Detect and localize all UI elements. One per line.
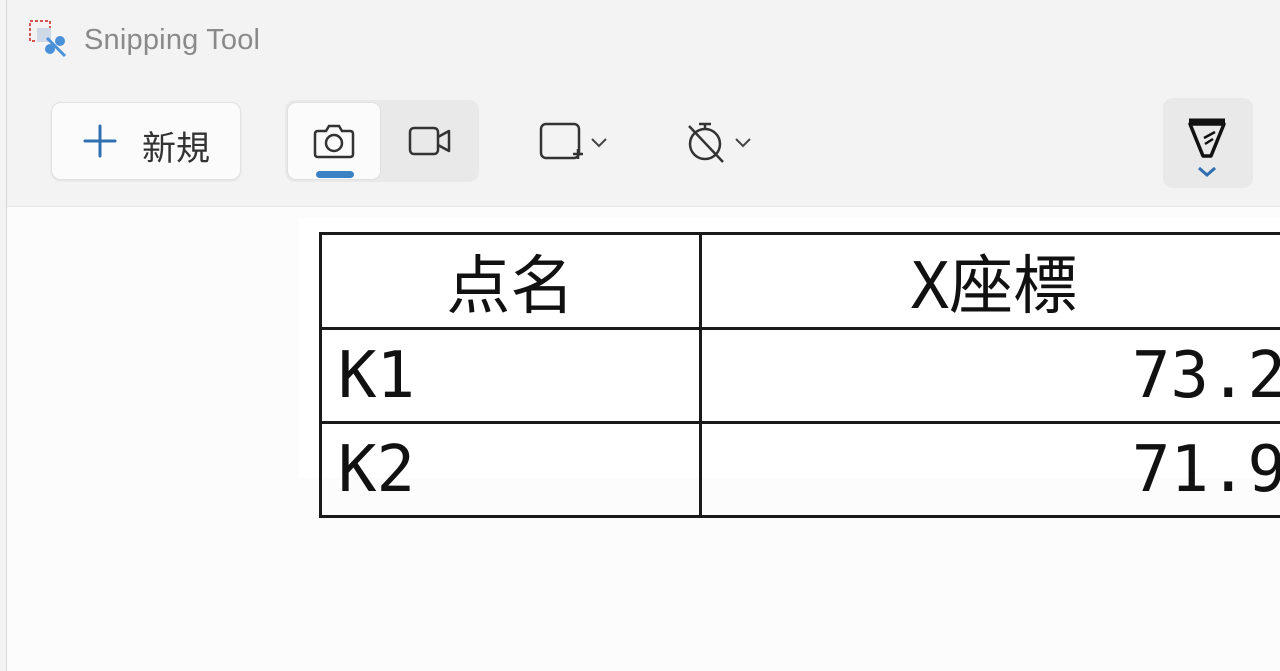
camera-icon (313, 124, 355, 159)
snipping-tool-window: Snipping Tool 新規 点名 X座標 K1 73.2 K2 71.9 (6, 0, 1280, 671)
x-coordinate-cell: 73.2 (698, 327, 1280, 424)
point-name-cell: K1 (319, 327, 702, 424)
title-bar[interactable]: Snipping Tool (7, 0, 1280, 84)
table-header-row: 点名 X座標 (319, 232, 1280, 330)
coordinate-table: 点名 X座標 K1 73.2 K2 71.9 (319, 232, 1280, 518)
snip-shape-dropdown[interactable] (537, 114, 611, 170)
captured-image: 点名 X座標 K1 73.2 K2 71.9 (299, 218, 1280, 518)
chevron-down-icon (735, 138, 751, 148)
column-header-point-name: 点名 (319, 232, 702, 330)
chevron-down-icon (591, 138, 607, 148)
new-snip-button[interactable]: 新規 (51, 102, 241, 180)
delay-dropdown[interactable] (683, 114, 755, 170)
screenshot-mode-button[interactable] (287, 102, 381, 180)
x-coordinate-cell: 71.9 (698, 421, 1280, 518)
app-title: Snipping Tool (84, 24, 261, 56)
new-snip-label: 新規 (142, 129, 210, 169)
table-row: K1 73.2 (319, 327, 1280, 424)
capture-mode-toggle (285, 100, 479, 182)
plus-icon (83, 124, 117, 158)
pen-button[interactable] (1163, 98, 1253, 188)
point-name-cell: K2 (319, 421, 702, 518)
video-mode-button[interactable] (383, 102, 477, 180)
video-icon (408, 126, 451, 156)
rectangle-snip-icon (539, 122, 583, 160)
snipping-tool-app-icon (29, 20, 67, 58)
pen-icon (1188, 118, 1226, 177)
no-delay-timer-icon (688, 122, 724, 163)
toolbar: 新規 (7, 84, 1280, 206)
table-row: K2 71.9 (319, 421, 1280, 518)
column-header-x-coordinate: X座標 (698, 232, 1280, 330)
active-mode-indicator (316, 171, 354, 178)
